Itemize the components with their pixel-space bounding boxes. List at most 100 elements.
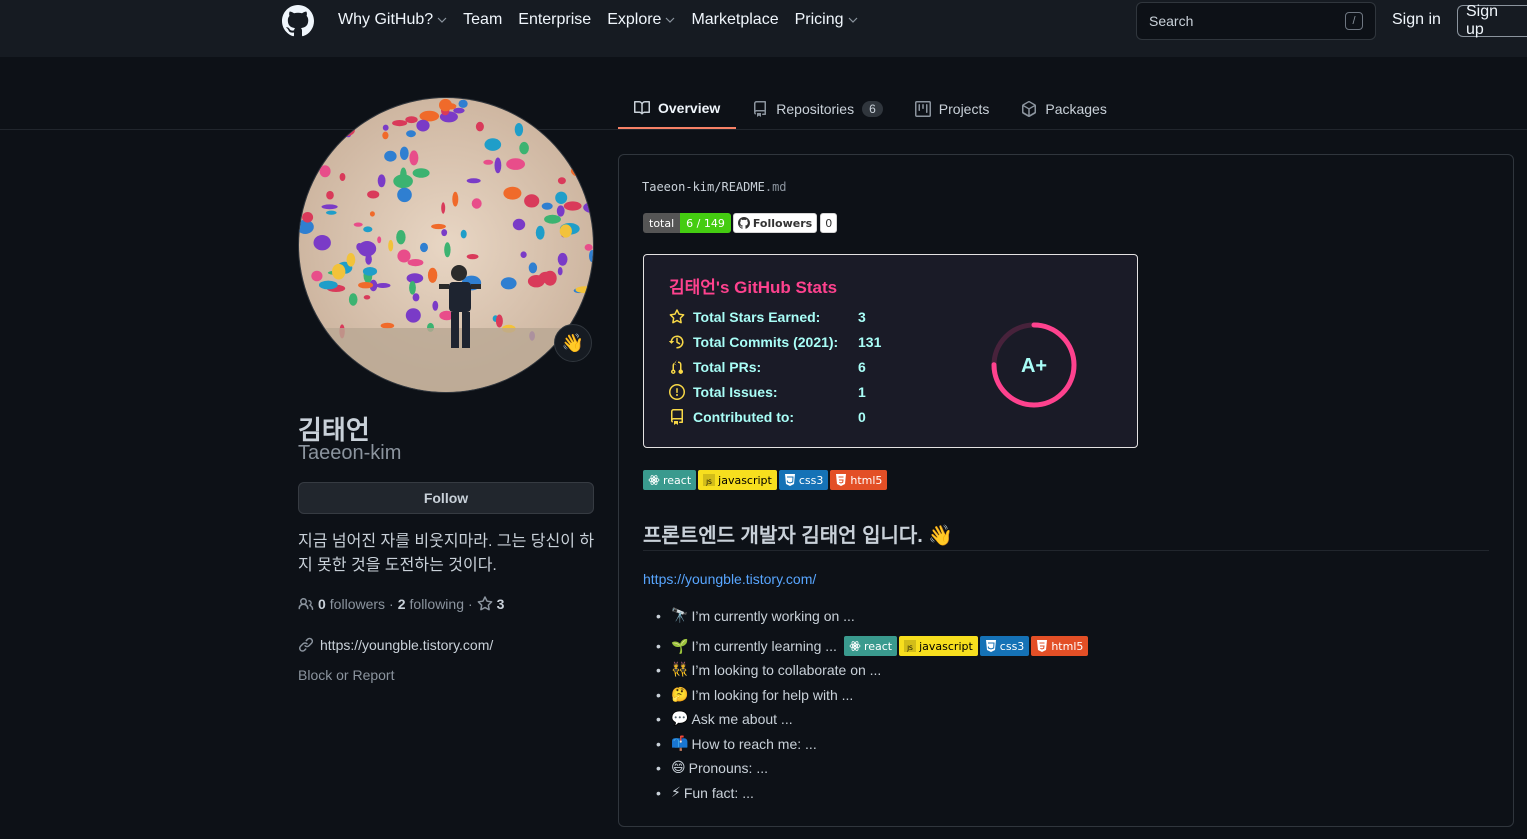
follow-button[interactable]: Follow [298, 482, 594, 514]
profile-bio: 지금 넘어진 자를 비웃지마라. 그는 당신이 하지 못한 것을 도전하는 것이… [298, 533, 595, 574]
badge-label: javascript [718, 473, 772, 487]
list-item: 👯I’m looking to collaborate on ... [656, 661, 881, 678]
tab-projects[interactable]: Projects [899, 88, 1006, 129]
github-logo-icon [737, 217, 750, 229]
tab-overview[interactable]: Overview [618, 88, 737, 129]
tab-label: Repositories [776, 100, 855, 117]
tab-repositories[interactable]: Repositories 6 [736, 88, 899, 129]
list-item-content: 🔭I’m currently working on ... [671, 607, 855, 624]
pull-request-icon [671, 360, 683, 374]
main-nav: Why GitHub? Team Enterprise Explore Mark… [338, 11, 858, 29]
follow-counts: 0 followers · 2 following · 3 [298, 596, 504, 612]
sign-up-button[interactable]: Sign up [1457, 3, 1527, 38]
svg-text:JS: JS [906, 645, 913, 652]
bullet-emoji: 🌱 [671, 637, 689, 654]
nav-label: Pricing [794, 11, 844, 28]
block-or-report-link[interactable]: Block or Report [298, 667, 394, 683]
react-icon [849, 641, 861, 651]
list-item: 💬Ask me about ... [656, 710, 793, 727]
search-shortcut-key: / [1345, 12, 1363, 30]
nav-team[interactable]: Team [463, 11, 502, 29]
stat-row-prs: Total PRs: 6 [669, 359, 866, 375]
bullet-text: Ask me about ... [691, 710, 793, 727]
website-link[interactable]: https://youngble.tistory.com/ [320, 637, 493, 653]
followers-label: followers [329, 596, 386, 612]
grade-text: A+ [1021, 355, 1047, 377]
nav-label: Explore [607, 11, 662, 28]
badge-label: css3 [999, 639, 1025, 653]
nav-marketplace[interactable]: Marketplace [691, 11, 778, 29]
nav-enterprise[interactable]: Enterprise [518, 11, 591, 29]
avatar[interactable] [298, 97, 594, 393]
stat-row-issues: Total Issues: 1 [669, 384, 866, 400]
javascript-icon: JS [904, 640, 917, 652]
sign-in-link[interactable]: Sign in [1392, 11, 1441, 29]
html5-icon [1037, 640, 1048, 652]
followers-badge[interactable]: Followers [732, 213, 818, 233]
stat-value: 1 [858, 384, 866, 400]
stat-row-contributed: Contributed to: 0 [669, 409, 866, 425]
nav-explore[interactable]: Explore [607, 11, 675, 29]
html5-badge: html5 [1031, 636, 1089, 656]
followers-link[interactable]: 0 followers [298, 596, 385, 612]
readme-owner[interactable]: Taeeon-kim [642, 180, 714, 194]
react-icon [648, 475, 660, 485]
tab-label: Packages [1045, 100, 1107, 117]
nav-pricing[interactable]: Pricing [795, 11, 858, 29]
status-emoji-button[interactable]: 👋 [554, 324, 592, 362]
tab-label: Projects [938, 100, 990, 117]
nav-label: Enterprise [518, 11, 592, 28]
stat-value: 0 [858, 409, 866, 425]
stars-link[interactable]: 3 [477, 596, 505, 612]
bullet-emoji: 💬 [671, 710, 689, 726]
search-input[interactable] [1149, 13, 1345, 29]
readme-file-name[interactable]: README [721, 180, 764, 194]
bullet-text: Fun fact: ... [683, 784, 754, 801]
followers-count: 0 [318, 596, 326, 612]
bullet-emoji: 🔭 [671, 607, 689, 623]
tabs-divider [0, 129, 1527, 130]
top-header: Why GitHub? Team Enterprise Explore Mark… [0, 0, 1527, 57]
followers-badge-label: Followers [752, 216, 813, 230]
language-badges: react JS javascript css3 html5 [843, 636, 1089, 656]
top-badges: total 6 / 149 Followers 0 [643, 213, 838, 233]
profile-login: Taeeon-kim [298, 442, 402, 464]
nav-label: Why GitHub? [338, 11, 434, 28]
chevron-down-icon [666, 17, 675, 23]
star-icon [669, 309, 685, 324]
total-badge-label: total [643, 213, 681, 233]
following-link[interactable]: 2 following [398, 596, 464, 612]
tab-packages[interactable]: Packages [1005, 88, 1122, 129]
github-logo-icon[interactable] [282, 5, 314, 37]
waving-hand-emoji: 👋 [928, 525, 954, 547]
blog-link[interactable]: https://youngble.tistory.com/ [643, 571, 816, 587]
javascript-icon: JS [703, 474, 716, 486]
list-item-content: ⚡Fun fact: ... [671, 784, 754, 801]
search-box[interactable]: / [1136, 2, 1376, 40]
readme-heading-text: 프론트엔드 개발자 김태언 입니다. [643, 525, 923, 547]
html5-badge: html5 [830, 470, 888, 490]
language-badges: react JS javascript css3 html5 [643, 470, 888, 490]
javascript-badge: JS javascript [899, 636, 978, 656]
badge-label: javascript [919, 639, 973, 653]
bullet-emoji: 😄 [671, 759, 686, 775]
chevron-down-icon [848, 17, 857, 23]
stars-count: 3 [496, 596, 505, 612]
profile-website[interactable]: https://youngble.tistory.com/ [298, 637, 493, 653]
bullet-text: Pronouns: ... [688, 759, 768, 776]
stats-title: 김태언's GitHub Stats [669, 278, 838, 297]
repo-icon [671, 409, 683, 425]
bullet-emoji: ⚡ [671, 784, 681, 800]
repositories-counter: 6 [862, 100, 883, 117]
profile-tabs: Overview Repositories 6 Projects Package… [618, 88, 1123, 129]
readme-file-ext: .md [764, 180, 787, 194]
bullet-text: I’m looking for help with ... [691, 686, 854, 703]
followers-badge-count: 0 [820, 213, 838, 233]
people-icon [298, 598, 314, 610]
stat-label: Contributed to: [693, 409, 795, 425]
bullet-emoji: 📫 [671, 735, 689, 751]
html5-icon [836, 474, 847, 486]
separator: · [468, 596, 473, 612]
readme-path: Taeeon-kim/README.md [642, 180, 787, 194]
nav-why-github[interactable]: Why GitHub? [338, 11, 447, 29]
